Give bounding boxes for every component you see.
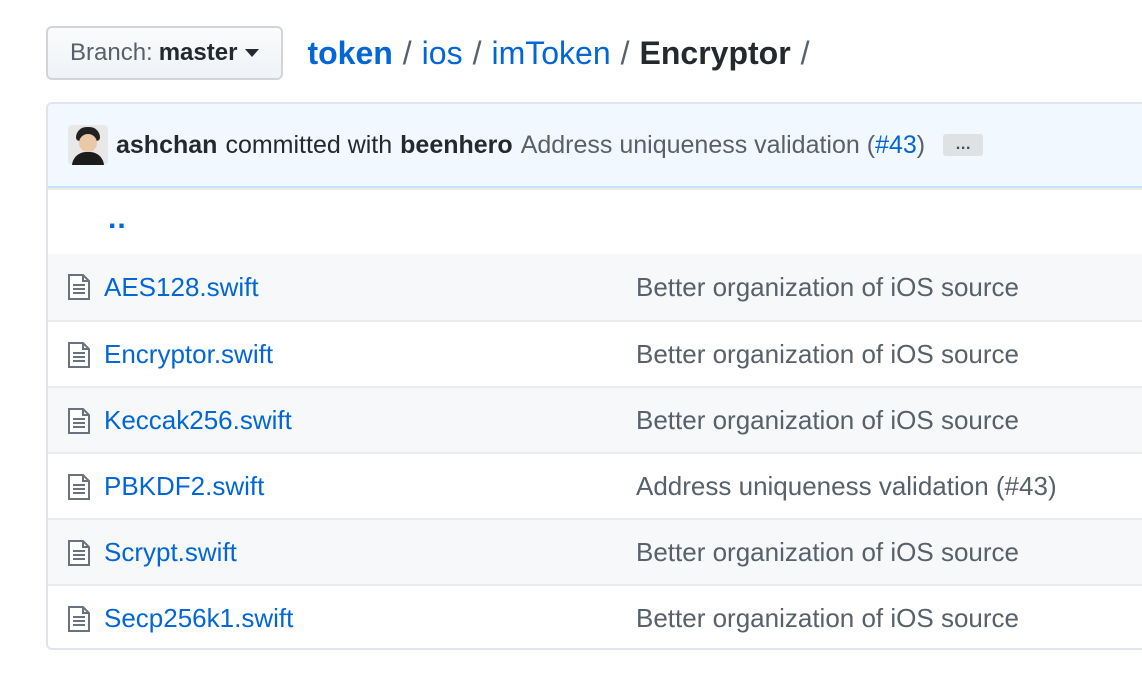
file-row: Scrypt.swift Better organization of iOS s… xyxy=(48,518,1142,584)
file-icon xyxy=(68,342,90,368)
file-row: PBKDF2.swift Address uniqueness validatio… xyxy=(48,452,1142,518)
breadcrumb: token / ios / imToken / Encryptor / xyxy=(307,35,819,72)
file-name-link[interactable]: Scrypt.swift xyxy=(104,537,237,568)
breadcrumb-separator: / xyxy=(472,34,482,71)
branch-name: master xyxy=(158,39,238,66)
file-name-link[interactable]: Keccak256.swift xyxy=(104,405,292,436)
file-commit-message-link[interactable]: Better organization of iOS source xyxy=(636,272,1019,303)
author-avatar[interactable] xyxy=(68,125,108,165)
file-name-link[interactable]: Encryptor.swift xyxy=(104,339,273,370)
breadcrumb-link-imtoken[interactable]: imToken xyxy=(491,35,610,72)
file-row: Secp256k1.swift Better organization of iO… xyxy=(48,584,1142,648)
commit-message-prefix: Address uniqueness validation ( xyxy=(520,130,876,159)
file-commit-message-link[interactable]: Better organization of iOS source xyxy=(636,339,1019,370)
caret-down-icon xyxy=(245,49,260,57)
file-row: Encryptor.swift Better organization of iO… xyxy=(48,320,1142,386)
file-name-link[interactable]: PBKDF2.swift xyxy=(104,471,264,502)
file-name-link[interactable]: AES128.swift xyxy=(104,272,259,303)
parent-directory-row: .. xyxy=(48,188,1142,254)
file-icon xyxy=(68,606,90,632)
file-listing: ashchan committed with beenhero Address … xyxy=(46,102,1142,650)
file-commit-message-link[interactable]: Better organization of iOS source xyxy=(636,603,1019,634)
repo-header: Branch: master token / ios / imToken / E… xyxy=(46,26,1142,80)
latest-commit-bar: ashchan committed with beenhero Address … xyxy=(48,104,1142,188)
breadcrumb-current: Encryptor xyxy=(639,34,791,71)
branch-select-button[interactable]: Branch: master xyxy=(46,26,284,80)
issue-link[interactable]: #43 xyxy=(875,131,917,159)
branch-prefix: Branch: xyxy=(70,39,153,66)
parent-directory-link[interactable]: .. xyxy=(108,202,127,236)
file-row: Keccak256.swift Better organization of iO… xyxy=(48,386,1142,452)
commit-message-suffix: ) xyxy=(916,130,926,159)
commit-author-link[interactable]: ashchan xyxy=(116,131,217,160)
breadcrumb-separator: / xyxy=(620,34,630,71)
breadcrumb-link-ios[interactable]: ios xyxy=(422,35,463,72)
file-commit-message-link[interactable]: Better organization of iOS source xyxy=(636,537,1019,568)
file-commit-message-link[interactable]: Better organization of iOS source xyxy=(636,405,1019,436)
breadcrumb-separator: / xyxy=(402,34,412,71)
committed-with-text: committed with xyxy=(225,130,393,159)
file-commit-message-link[interactable]: Address uniqueness validation (#43) xyxy=(636,471,1057,502)
expand-commit-button[interactable]: … xyxy=(943,134,984,156)
file-row: AES128.swift Better organization of iOS s… xyxy=(48,254,1142,320)
file-icon xyxy=(68,274,90,300)
file-name-link[interactable]: Secp256k1.swift xyxy=(104,603,293,634)
breadcrumb-trailing-separator: / xyxy=(800,34,810,71)
committer-link[interactable]: beenhero xyxy=(400,131,513,160)
breadcrumb-root-link[interactable]: token xyxy=(307,35,392,72)
file-icon xyxy=(68,540,90,566)
file-icon xyxy=(68,474,90,500)
file-icon xyxy=(68,408,90,434)
commit-message[interactable]: Address uniqueness validation (#43) xyxy=(521,131,925,160)
